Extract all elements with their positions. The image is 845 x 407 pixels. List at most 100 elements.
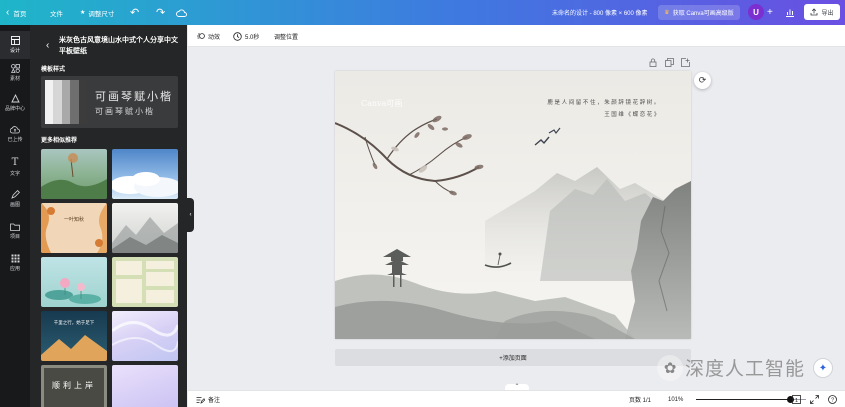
watermark-text: 深度人工智能 xyxy=(685,359,806,380)
template-tile[interactable]: 顺利上岸 xyxy=(41,365,107,407)
chevron-left-icon: ‹ xyxy=(6,7,10,18)
draw-icon xyxy=(10,190,20,199)
template-tile[interactable] xyxy=(41,149,107,199)
template-tile[interactable] xyxy=(112,365,178,407)
rail-item-design[interactable]: 设计 xyxy=(0,31,30,59)
page-view-icon[interactable]: 1 xyxy=(792,391,801,407)
share-plus-icon[interactable]: + xyxy=(767,0,773,25)
canva-logo-text: Canva可画 xyxy=(361,99,403,108)
brand-icon xyxy=(10,94,20,103)
home-label: 首页 xyxy=(13,10,27,18)
template-tile[interactable] xyxy=(112,203,178,253)
animate-button[interactable]: 动效 xyxy=(196,25,220,47)
avatar[interactable]: U xyxy=(748,4,764,20)
rail-item-uploads[interactable]: 已上传 xyxy=(0,120,30,148)
resize-label: 调整尺寸 xyxy=(88,10,115,18)
canva-editor: ‹ 首页 文件 ★ 调整尺寸 ↶ ↷ 未命名的设计 - 800 像素 × 600… xyxy=(0,0,845,407)
rail-label: 品牌中心 xyxy=(4,106,25,112)
template-tile[interactable]: 千里之行，始于足下 xyxy=(41,311,107,361)
poem-text: 鹿是人间留不住，朱颜辞镜花辞树。 王国维《蝶恋花》 xyxy=(501,97,661,121)
refresh-icon[interactable]: ⟳ xyxy=(694,72,711,89)
upload-icon xyxy=(10,125,20,133)
insights-icon[interactable] xyxy=(785,0,795,25)
add-page-button[interactable]: +添加页面 xyxy=(335,349,691,366)
palette-swatch xyxy=(45,80,88,124)
rail-item-elements[interactable]: 素材 xyxy=(0,59,30,87)
redo-icon[interactable]: ↷ xyxy=(156,0,165,25)
side-rail: 设计 素材 品牌中心 已上传 T 文字 画图 项目 应用 xyxy=(0,25,30,407)
template-tile[interactable] xyxy=(112,149,178,199)
resize-button[interactable]: ★ 调整尺寸 xyxy=(80,0,114,25)
template-tile[interactable] xyxy=(112,257,178,307)
svg-text:1: 1 xyxy=(795,398,798,404)
rail-label: 设计 xyxy=(9,48,20,54)
add-page-icon[interactable] xyxy=(681,58,690,69)
zoom-percent[interactable]: 101% xyxy=(668,391,683,407)
export-button[interactable]: 导出 xyxy=(804,4,840,20)
collapse-panel-handle[interactable]: ‹ xyxy=(187,198,194,232)
rail-label: 项目 xyxy=(9,233,20,240)
export-label: 导出 xyxy=(821,10,834,17)
rail-label: 画图 xyxy=(9,202,20,208)
duplicate-page-icon[interactable] xyxy=(665,58,674,69)
tile-text: 顺利上岸 xyxy=(52,381,96,390)
magic-assistant-icon[interactable]: ✦ xyxy=(813,358,833,378)
template-title: 米灰色古风意境山水中式个人分享中文平板壁纸 xyxy=(59,37,178,55)
zoom-slider[interactable] xyxy=(696,396,806,403)
notes-label: 备注 xyxy=(208,398,221,404)
rail-label: 文字 xyxy=(9,170,20,177)
duration-label: 5.0秒 xyxy=(245,34,260,41)
clock-icon xyxy=(233,31,242,41)
tile-text: 一叶知秋 xyxy=(63,217,84,223)
editor-toolbar: 动效 5.0秒 调整位置 xyxy=(188,25,845,47)
template-tile[interactable] xyxy=(112,311,178,361)
folder-icon xyxy=(10,223,20,231)
design-page[interactable]: Canva可画 鹿是人间留不住，朱颜辞镜花辞树。 王国维《蝶恋花》 xyxy=(335,71,691,339)
lock-icon[interactable] xyxy=(649,58,657,69)
rail-item-apps[interactable]: 应用 xyxy=(0,249,30,277)
cloud-sync-icon[interactable] xyxy=(176,0,187,25)
back-arrow-icon[interactable]: ‹ xyxy=(46,40,49,51)
fullscreen-icon[interactable] xyxy=(810,391,819,407)
template-tile[interactable] xyxy=(41,257,107,307)
bottom-bar: 备注 页数 1/1 101% 1 ? xyxy=(188,390,845,407)
rail-item-text[interactable]: T 文字 xyxy=(0,153,30,181)
animate-label: 动效 xyxy=(208,34,221,41)
svg-text:?: ? xyxy=(831,398,834,404)
animate-icon xyxy=(197,33,205,39)
rail-item-draw[interactable]: 画图 xyxy=(0,185,30,213)
rail-item-brand[interactable]: 品牌中心 xyxy=(0,89,30,117)
duration-button[interactable]: 5.0秒 xyxy=(233,25,259,47)
file-menu[interactable]: 文件 xyxy=(50,0,63,25)
help-icon[interactable]: ? xyxy=(828,391,837,407)
rail-label: 应用 xyxy=(9,266,20,272)
tile-text: 千里之行，始于足下 xyxy=(53,321,95,326)
text-icon: T xyxy=(11,156,19,168)
rail-item-projects[interactable]: 项目 xyxy=(0,217,30,245)
layout-icon xyxy=(10,36,20,45)
undo-icon[interactable]: ↶ xyxy=(130,0,139,25)
crown-icon: ♛ xyxy=(664,10,670,16)
wechat-icon: ✿ xyxy=(657,354,683,381)
get-pro-button[interactable]: ♛ 获取 Canva可画高级版 xyxy=(658,5,740,20)
font-sample-heading: 可画琴赋小楷 xyxy=(95,90,173,103)
top-bar: ‹ 首页 文件 ★ 调整尺寸 ↶ ↷ 未命名的设计 - 800 像素 × 600… xyxy=(0,0,845,25)
zoom-slider-fill xyxy=(696,399,791,400)
upload-icon xyxy=(811,8,818,16)
poem-line: 鹿是人间留不住，朱颜辞镜花辞树。 xyxy=(547,100,661,106)
page-count[interactable]: 页数 1/1 xyxy=(629,391,651,407)
notes-icon xyxy=(196,396,205,404)
position-button[interactable]: 调整位置 xyxy=(274,25,298,47)
shapes-icon xyxy=(10,64,20,73)
font-style-card[interactable]: 可画琴赋小楷 可画琴赋小楷 xyxy=(41,76,178,128)
section-heading-more: 更多相似推荐 xyxy=(41,138,78,144)
apps-icon xyxy=(11,254,19,263)
notes-button[interactable]: 备注 xyxy=(196,391,220,407)
pro-label: 获取 Canva可画高级版 xyxy=(672,11,734,17)
crown-icon: ★ xyxy=(80,10,86,16)
section-heading-styles: 模板样式 xyxy=(41,67,66,73)
template-tile[interactable]: 一叶知秋 xyxy=(41,203,107,253)
rail-label: 素材 xyxy=(9,76,20,82)
font-sample-body: 可画琴赋小楷 xyxy=(95,107,155,116)
home-button[interactable]: ‹ 首页 xyxy=(6,0,26,25)
